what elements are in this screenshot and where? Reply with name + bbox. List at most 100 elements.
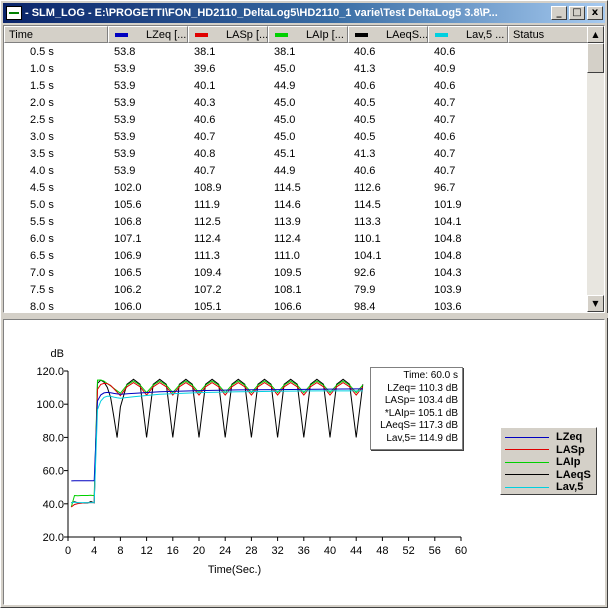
table-cell: 6.5 s: [30, 249, 54, 262]
table-cell: 40.5: [354, 113, 376, 126]
table-cell: 112.4: [194, 232, 221, 245]
series-line-laeqs: [71, 378, 364, 504]
table-row[interactable]: 1.0 s 53.9 39.6 45.0 41.3 40.9: [4, 60, 588, 77]
vertical-scrollbar[interactable]: ▲ ▼: [587, 26, 604, 312]
table-cell: 109.5: [274, 266, 302, 279]
table-row[interactable]: 8.0 s 106.0 105.1 106.6 98.4 103.6: [4, 298, 588, 313]
table-cell: 112.5: [194, 215, 221, 228]
x-tick-label: 56: [429, 545, 441, 557]
table-row[interactable]: 3.5 s 53.9 40.8 45.1 41.3 40.7: [4, 145, 588, 162]
column-header-2[interactable]: LASp [...: [188, 26, 268, 43]
column-header-label: Status: [513, 28, 545, 41]
table-cell: 111.9: [194, 198, 220, 211]
column-header-label: Time: [9, 28, 34, 41]
table-cell: 112.4: [274, 232, 301, 245]
table-header: Time LZeq [... LASp [... LAIp [... LAeqS... L…: [4, 26, 588, 43]
window-title: - SLM_LOG - E:\PROGETTI\FON_HD2110_Delta…: [25, 7, 498, 19]
table-cell: 53.8: [114, 45, 136, 58]
column-header-0[interactable]: Time: [4, 26, 108, 43]
legend-label: Lav,5: [556, 481, 584, 494]
column-header-3[interactable]: LAIp [...: [268, 26, 348, 43]
y-tick-label: 120.0: [36, 366, 64, 378]
legend-label: LASp: [556, 443, 585, 456]
table-cell: 5.5 s: [30, 215, 54, 228]
table-row[interactable]: 6.0 s 107.1 112.4 112.4 110.1 104.8: [4, 230, 588, 247]
table-row[interactable]: 2.5 s 53.9 40.6 45.0 40.5 40.7: [4, 111, 588, 128]
table-cell: 40.9: [434, 62, 456, 75]
table-cell: 40.1: [194, 79, 216, 92]
table-cell: 40.7: [194, 164, 216, 177]
table-cell: 3.0 s: [30, 130, 54, 143]
scroll-down-button[interactable]: ▼: [587, 295, 604, 312]
y-tick-label: 40.0: [43, 499, 64, 511]
series-color-swatch: [435, 32, 448, 37]
table-cell: 104.3: [434, 266, 462, 279]
column-header-6[interactable]: Status: [508, 26, 588, 43]
table-row[interactable]: 4.0 s 53.9 40.7 44.9 40.6 40.7: [4, 162, 588, 179]
table-cell: 104.1: [354, 249, 382, 262]
table-row[interactable]: 2.0 s 53.9 40.3 45.0 40.5 40.7: [4, 94, 588, 111]
table-cell: 41.3: [354, 62, 376, 75]
table-cell: 38.1: [274, 45, 296, 58]
legend-item: LAIp: [501, 456, 596, 469]
scroll-thumb[interactable]: [587, 43, 604, 73]
table-row[interactable]: 0.5 s 53.8 38.1 38.1 40.6 40.6: [4, 43, 588, 60]
table-row[interactable]: 1.5 s 53.9 40.1 44.9 40.6 40.6: [4, 77, 588, 94]
table-cell: 79.9: [354, 283, 376, 296]
app-icon[interactable]: [6, 6, 22, 20]
maximize-button[interactable]: □: [569, 6, 585, 20]
table-row[interactable]: 5.0 s 105.6 111.9 114.6 114.5 101.9: [4, 196, 588, 213]
table-cell: 40.5: [354, 96, 376, 109]
y-axis-unit-label: dB: [51, 348, 64, 360]
series-color-swatch: [115, 32, 128, 37]
series-line-lasp: [70, 382, 364, 508]
table-cell: 8.0 s: [30, 300, 54, 313]
legend-line-swatch: [505, 486, 549, 488]
table-cell: 105.1: [194, 300, 222, 313]
title-bar[interactable]: - SLM_LOG - E:\PROGETTI\FON_HD2110_Delta…: [3, 3, 605, 23]
table-cell: 7.5 s: [30, 283, 54, 296]
table-cell: 102.0: [114, 181, 142, 194]
series-color-swatch: [195, 32, 208, 37]
info-line: Lav,5= 114.9 dB: [386, 432, 458, 444]
column-header-4[interactable]: LAeqS...: [348, 26, 428, 43]
table-cell: 39.6: [194, 62, 216, 75]
table-cell: 6.0 s: [30, 232, 54, 245]
table-cell: 113.3: [354, 215, 381, 228]
table-row[interactable]: 7.5 s 106.2 107.2 108.1 79.9 103.9: [4, 281, 588, 298]
minimize-button[interactable]: _: [551, 6, 567, 20]
table-row[interactable]: 5.5 s 106.8 112.5 113.9 113.3 104.1: [4, 213, 588, 230]
legend-line-swatch: [505, 461, 549, 463]
table-cell: 109.4: [194, 266, 222, 279]
table-cell: 53.9: [114, 164, 136, 177]
table-row[interactable]: 7.0 s 106.5 109.4 109.5 92.6 104.3: [4, 264, 588, 281]
table-cell: 2.5 s: [30, 113, 54, 126]
table-row[interactable]: 4.5 s 102.0 108.9 114.5 112.6 96.7: [4, 179, 588, 196]
table-cell: 40.6: [354, 164, 376, 177]
table-cell: 40.8: [194, 147, 216, 160]
scroll-up-button[interactable]: ▲: [587, 26, 604, 43]
x-tick-label: 4: [91, 545, 97, 557]
info-line: LZeq= 110.3 dB: [387, 382, 458, 394]
column-header-5[interactable]: Lav,5 ...: [428, 26, 508, 43]
x-tick-label: 20: [193, 545, 205, 557]
table-cell: 110.1: [354, 232, 381, 245]
legend-line-swatch: [505, 474, 549, 476]
table-cell: 114.6: [274, 198, 301, 211]
close-button[interactable]: x: [587, 6, 603, 20]
column-header-1[interactable]: LZeq [...: [108, 26, 188, 43]
graph-pane: 0 4 8 12 16 20 24 28 32 36 40 44 48 52 56 60 20.0 40.0 60.…: [3, 319, 605, 605]
table-cell: 113.9: [274, 215, 301, 228]
table-cell: 40.3: [194, 96, 216, 109]
y-tick-label: 80.0: [43, 432, 64, 444]
table-row[interactable]: 6.5 s 106.9 111.3 111.0 104.1 104.8: [4, 247, 588, 264]
table-row[interactable]: 3.0 s 53.9 40.7 45.0 40.5 40.6: [4, 128, 588, 145]
table-cell: 103.6: [434, 300, 462, 313]
table-cell: 114.5: [354, 198, 381, 211]
pane-splitter[interactable]: [1, 313, 608, 318]
info-line: *LAIp= 105.1 dB: [384, 407, 458, 419]
table-cell: 96.7: [434, 181, 456, 194]
table-cell: 106.8: [114, 215, 142, 228]
table-cell: 53.9: [114, 130, 136, 143]
table-cell: 111.0: [274, 249, 300, 262]
